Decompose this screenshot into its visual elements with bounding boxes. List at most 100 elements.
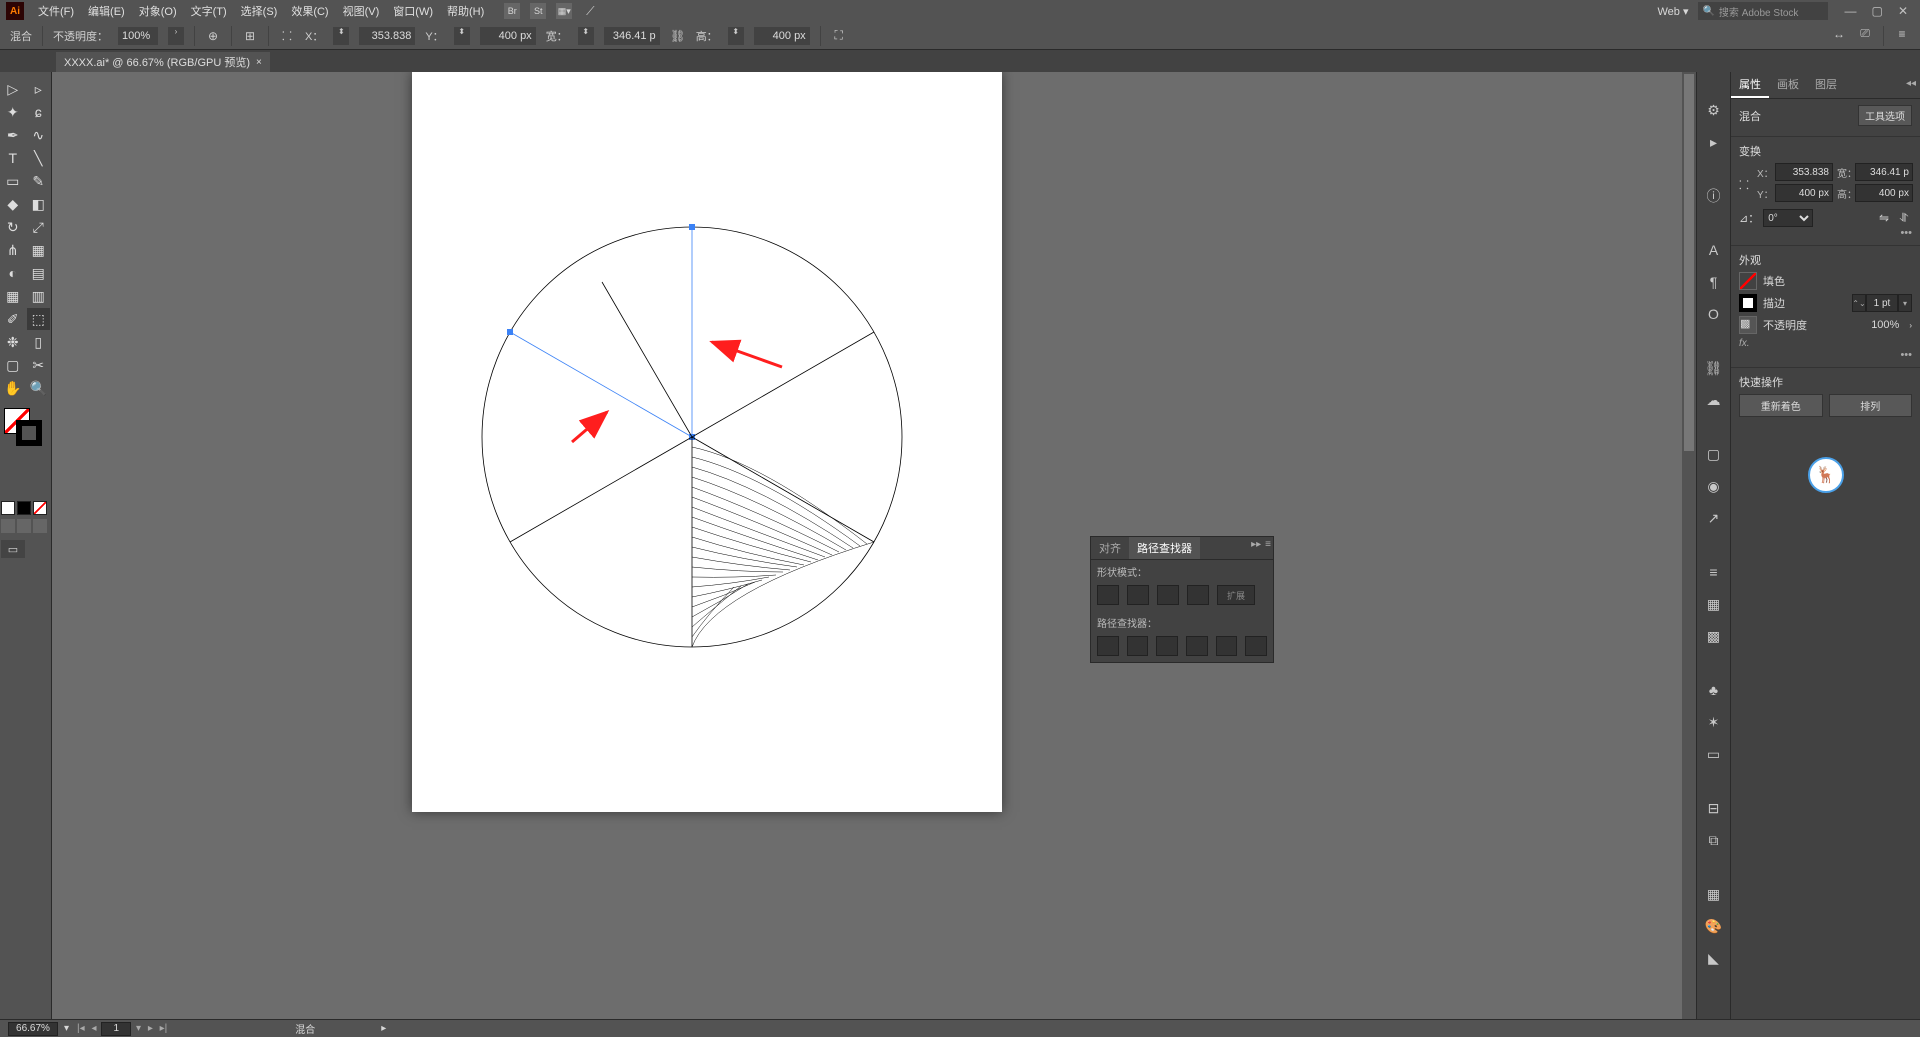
draw-inside[interactable] (33, 519, 47, 533)
character-icon[interactable]: A (1704, 240, 1724, 260)
opentype-icon[interactable]: O (1704, 304, 1724, 324)
cc-libraries-icon[interactable]: ☁ (1704, 390, 1724, 410)
tab-artboards[interactable]: 画板 (1769, 72, 1807, 98)
pen-tool[interactable]: ✒ (1, 124, 25, 146)
expand-panels-icon[interactable]: ◂◂ (1906, 78, 1916, 89)
pathfinder-panel-icon[interactable]: ⧉ (1704, 830, 1724, 850)
settings-icon[interactable]: ⚙ (1704, 100, 1724, 120)
fill-color-swatch[interactable] (1739, 272, 1757, 290)
hand-tool[interactable]: ✋ (1, 377, 25, 399)
more-transform-icon[interactable]: ••• (1739, 227, 1912, 239)
transparency-icon[interactable]: ▩ (1704, 626, 1724, 646)
isolate-icon[interactable]: ⛶ (831, 28, 847, 44)
more-options-icon[interactable]: ≡ (1894, 26, 1910, 42)
more-appearance-icon[interactable]: ••• (1739, 349, 1912, 361)
close-button[interactable]: ✕ (1892, 4, 1914, 18)
stroke-dropdown[interactable]: ▾ (1898, 294, 1912, 312)
stroke-color-swatch[interactable] (1739, 294, 1757, 312)
menu-select[interactable]: 选择(S) (235, 1, 284, 21)
artboard-dropdown-icon[interactable]: ▾ (134, 1023, 143, 1034)
menu-file[interactable]: 文件(F) (32, 1, 80, 21)
minus-front-icon[interactable] (1127, 585, 1149, 605)
appearance-opacity-value[interactable]: 100% (1871, 319, 1899, 331)
opacity-input[interactable] (118, 27, 158, 45)
w-link[interactable]: ⬍ (578, 27, 594, 45)
menu-help[interactable]: 帮助(H) (441, 1, 490, 21)
bridge-icon[interactable]: Br (504, 3, 520, 19)
gpu-icon[interactable]: ⟋ (582, 3, 598, 19)
document-tab[interactable]: XXXX.ai* @ 66.67% (RGB/GPU 预览) × (56, 52, 270, 72)
ref-point-grid[interactable]: ⸬ (1739, 176, 1749, 192)
slice-tool[interactable]: ✂ (27, 354, 51, 376)
ref-point-icon[interactable]: ⸬ (279, 28, 295, 44)
paintbrush-tool[interactable]: ✎ (27, 170, 51, 192)
stroke-width-input[interactable] (1866, 294, 1898, 312)
align-icon[interactable]: ⊞ (242, 28, 258, 44)
workspace-switcher[interactable]: Web ▾ (1657, 5, 1688, 18)
menu-type[interactable]: 文字(T) (185, 1, 233, 21)
artboards-icon[interactable]: ▢ (1704, 444, 1724, 464)
link-wh-icon[interactable]: ⛓ (670, 28, 686, 44)
symbol-sprayer-tool[interactable]: ❉ (1, 331, 25, 353)
rectangle-tool[interactable]: ▭ (1, 170, 25, 192)
prev-artboard-icon[interactable]: ◂ (89, 1023, 98, 1034)
first-artboard-icon[interactable]: |◂ (75, 1023, 87, 1034)
zoom-input[interactable] (8, 1022, 58, 1036)
color-none[interactable] (33, 501, 47, 515)
angle-select[interactable]: 0° (1763, 209, 1813, 227)
tab-pathfinder[interactable]: 路径查找器 (1129, 537, 1200, 559)
stock-icon[interactable]: St (530, 3, 546, 19)
perspective-tool[interactable]: ▤ (27, 262, 51, 284)
pathfinder-panel[interactable]: ▸▸≡ 对齐 路径查找器 形状模式： 扩展 路径查找器： (1090, 536, 1274, 663)
recolor-button[interactable]: 重新着色 (1739, 394, 1823, 417)
status-menu-icon[interactable]: ▸ (381, 1023, 386, 1034)
x-link[interactable]: ⬍ (333, 27, 349, 45)
play-icon[interactable]: ▸ (1704, 132, 1724, 152)
menu-view[interactable]: 视图(V) (337, 1, 386, 21)
graphic-styles-icon[interactable]: ▭ (1704, 744, 1724, 764)
crop-icon[interactable] (1186, 636, 1208, 656)
opacity-dropdown[interactable]: › (168, 27, 184, 45)
zoom-dropdown-icon[interactable]: ▾ (64, 1023, 69, 1034)
asset-export-icon[interactable]: ↗ (1704, 508, 1724, 528)
recolor-icon[interactable]: ⊕ (205, 28, 221, 44)
width-tool[interactable]: ⋔ (1, 239, 25, 261)
panel-layout-icon[interactable]: ⎚ (1857, 26, 1873, 42)
type-tool[interactable]: T (1, 147, 25, 169)
swatches-icon[interactable]: ▦ (1704, 884, 1724, 904)
artboard-page-input[interactable] (101, 1022, 131, 1036)
w-input[interactable] (604, 27, 660, 45)
h-input[interactable] (754, 27, 810, 45)
brushes-icon[interactable]: ✶ (1704, 712, 1724, 732)
screen-mode[interactable]: ▭ (1, 540, 25, 558)
menu-object[interactable]: 对象(O) (133, 1, 183, 21)
maximize-button[interactable]: ▢ (1866, 4, 1889, 18)
panel-menu-icon[interactable]: ≡ (1265, 539, 1271, 550)
menu-edit[interactable]: 编辑(E) (82, 1, 131, 21)
color-panel-icon[interactable]: 🎨 (1704, 916, 1724, 936)
tool-options-button[interactable]: 工具选项 (1858, 105, 1912, 126)
close-tab-icon[interactable]: × (256, 57, 262, 68)
appearance-icon[interactable]: ◉ (1704, 476, 1724, 496)
draw-behind[interactable] (17, 519, 31, 533)
artboard[interactable] (412, 72, 1002, 812)
prop-w-input[interactable] (1855, 163, 1913, 181)
lasso-tool[interactable]: ɕ (27, 101, 51, 123)
y-input[interactable] (480, 27, 536, 45)
paragraph-icon[interactable]: ¶ (1704, 272, 1724, 292)
info-icon[interactable]: ⓘ (1704, 186, 1724, 206)
x-input[interactable] (359, 27, 415, 45)
selection-tool[interactable]: ▷ (1, 78, 25, 100)
links-icon[interactable]: ⛓ (1704, 358, 1724, 378)
tab-layers[interactable]: 图层 (1807, 72, 1845, 98)
gradient-panel-icon[interactable]: ▦ (1704, 594, 1724, 614)
stroke-step-down[interactable]: ⌃⌄ (1852, 294, 1866, 312)
intersect-icon[interactable] (1157, 585, 1179, 605)
eraser-tool[interactable]: ◧ (27, 193, 51, 215)
shape-builder-tool[interactable]: ◐ (1, 262, 25, 284)
mesh-tool[interactable]: ▦ (1, 285, 25, 307)
menu-effect[interactable]: 效果(C) (285, 1, 334, 21)
opacity-swatch[interactable]: ▩ (1739, 316, 1757, 334)
prop-x-input[interactable] (1775, 163, 1833, 181)
curvature-tool[interactable]: ∿ (27, 124, 51, 146)
